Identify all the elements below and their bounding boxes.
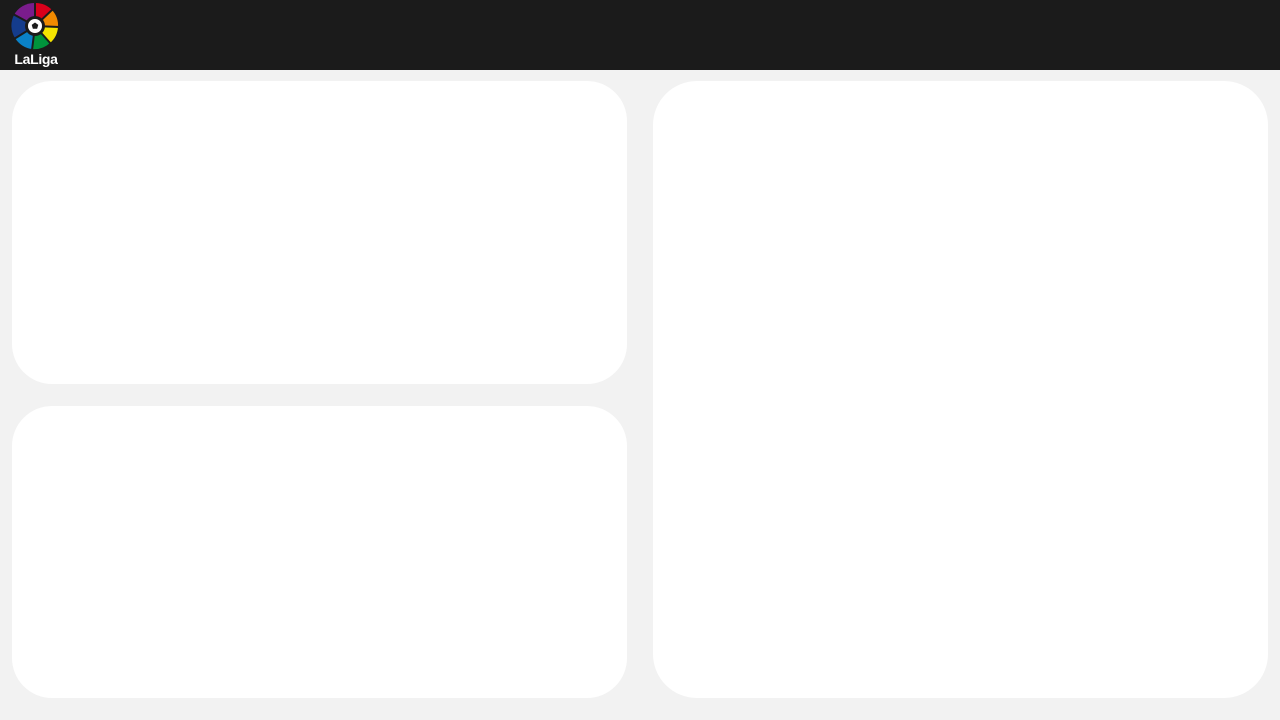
logo-wordmark: LaLiga — [14, 51, 58, 67]
laliga-logo-link[interactable]: LaLiga — [10, 1, 62, 69]
content-card-top-left — [12, 81, 627, 384]
content-card-right — [653, 81, 1268, 698]
top-header-bar: LaLiga — [0, 0, 1280, 70]
laliga-logo-icon — [11, 2, 60, 51]
content-card-bottom-left — [12, 406, 627, 698]
